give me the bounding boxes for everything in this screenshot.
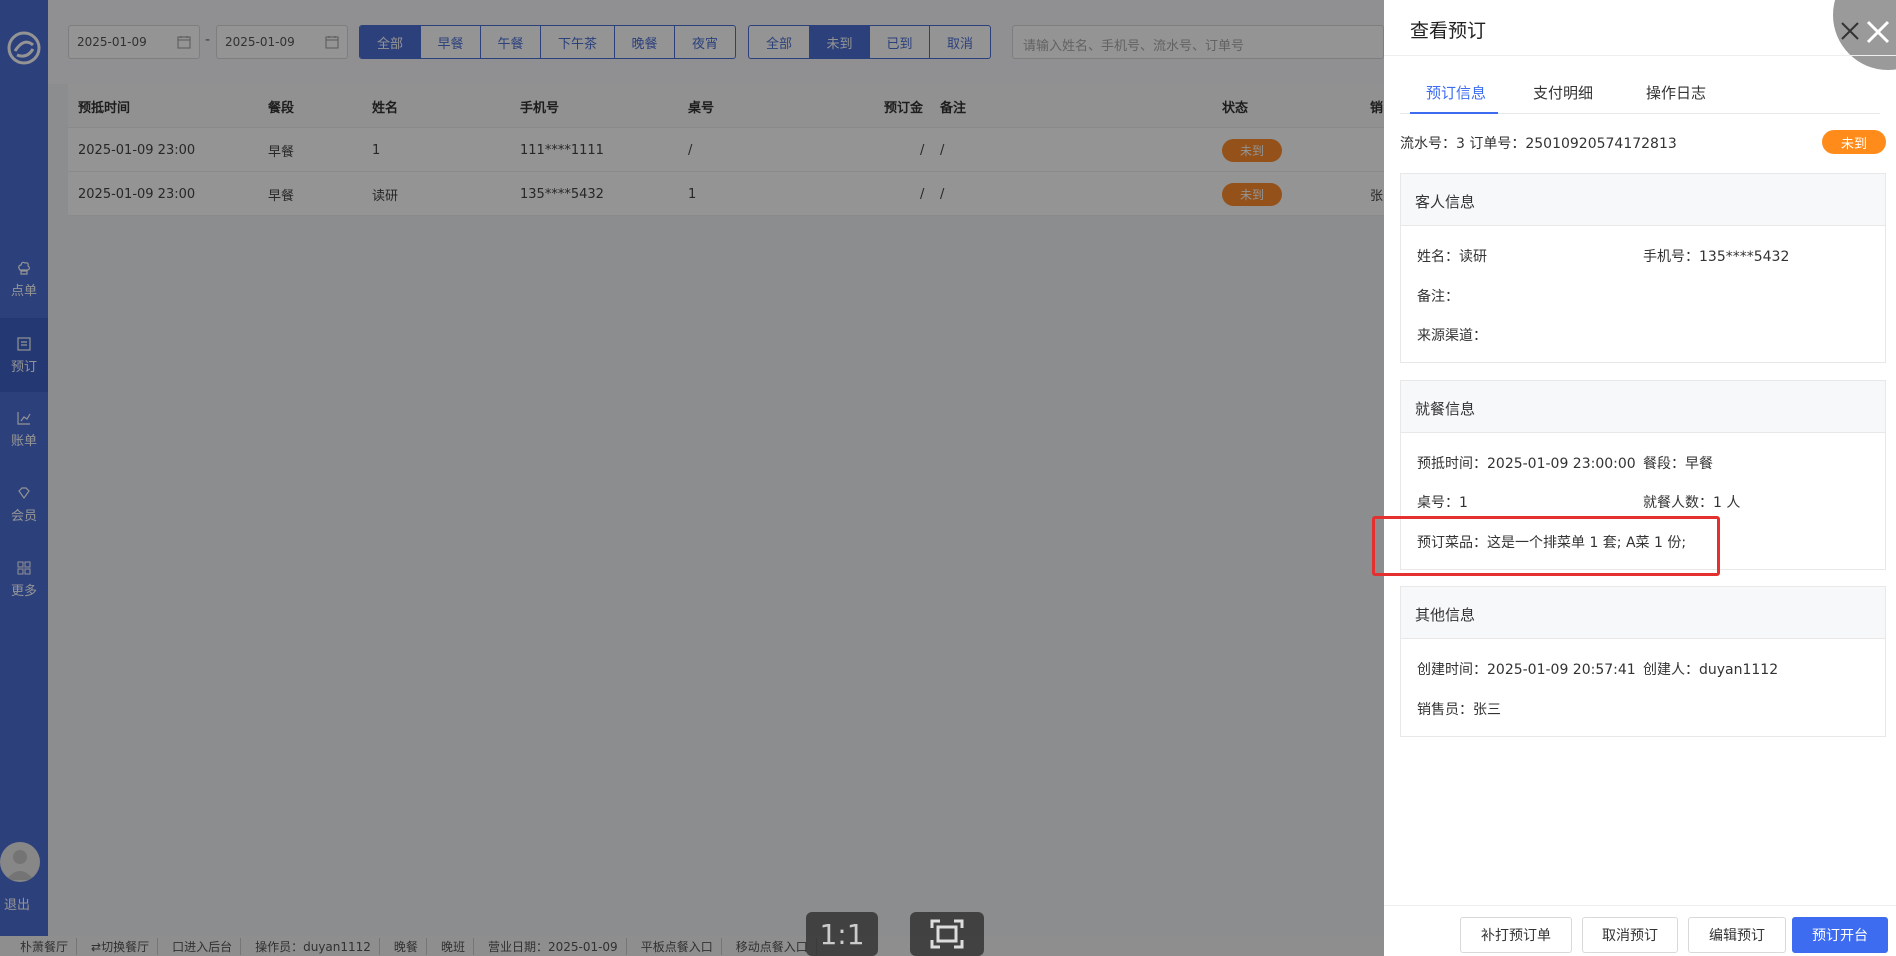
tab-reservation-info[interactable]: 预订信息 [1426, 82, 1486, 103]
tab-operation-log[interactable]: 操作日志 [1646, 82, 1706, 103]
party-size: 就餐人数：1 人 [1643, 495, 1741, 511]
card-title: 其他信息 [1401, 587, 1885, 639]
drawer-tabs: 预订信息 支付明细 操作日志 [1400, 76, 1880, 114]
annotation-highlight-box [1372, 516, 1720, 576]
guest-info-card: 客人信息 姓名：读研 手机号：135****5432 备注： 来源渠道： [1400, 173, 1886, 363]
arrival-time: 预抵时间：2025-01-09 23:00:00 [1417, 456, 1636, 472]
cancel-reservation-button[interactable]: 取消预订 [1582, 917, 1678, 953]
drawer-close-icon[interactable] [1837, 18, 1863, 44]
close-icon[interactable] [1864, 18, 1892, 46]
drawer-title: 查看预订 [1410, 20, 1487, 42]
tab-payment-detail[interactable]: 支付明细 [1533, 82, 1593, 103]
active-tab-indicator [1410, 112, 1498, 114]
edit-reservation-button[interactable]: 编辑预订 [1688, 917, 1786, 953]
fit-screen-button[interactable] [910, 912, 984, 956]
status-badge: 未到 [1822, 130, 1886, 154]
serial-order-number: 流水号：3 订单号：25010920574172813 [1400, 136, 1677, 152]
created-time: 创建时间：2025-01-09 20:57:41 [1417, 662, 1636, 678]
card-title: 就餐信息 [1401, 381, 1885, 433]
guest-name: 姓名：读研 [1417, 249, 1487, 265]
creator: 创建人：duyan1112 [1643, 662, 1779, 678]
reservation-detail-drawer: 查看预订 预订信息 支付明细 操作日志 流水号：3 订单号：2501092057… [1384, 0, 1896, 956]
table-number: 桌号：1 [1417, 495, 1468, 511]
drawer-footer: 补打预订单 取消预订 编辑预订 预订开台 [1384, 905, 1896, 956]
salesperson: 销售员：张三 [1417, 702, 1501, 718]
guest-source: 来源渠道： [1417, 328, 1487, 344]
open-table-button[interactable]: 预订开台 [1792, 917, 1888, 953]
other-info-card: 其他信息 创建时间：2025-01-09 20:57:41 创建人：duyan1… [1400, 586, 1886, 737]
meal-period: 餐段：早餐 [1643, 456, 1713, 472]
actual-size-button[interactable]: 1:1 [806, 912, 878, 956]
modal-overlay[interactable] [0, 0, 1384, 956]
guest-note: 备注： [1417, 289, 1459, 305]
divider [1384, 55, 1896, 56]
card-title: 客人信息 [1401, 174, 1885, 226]
guest-phone: 手机号：135****5432 [1643, 249, 1790, 265]
reprint-button[interactable]: 补打预订单 [1460, 917, 1572, 953]
fullscreen-icon [930, 919, 964, 949]
